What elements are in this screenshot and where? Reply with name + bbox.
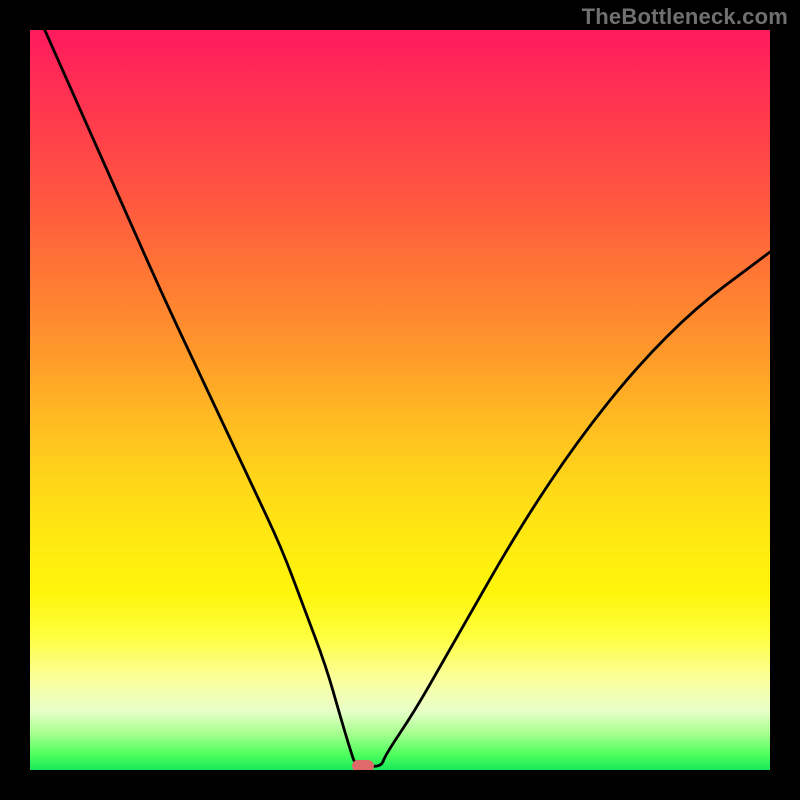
watermark-text: TheBottleneck.com [582,4,788,30]
plot-area [30,30,770,770]
curve-svg [30,30,770,770]
bottleneck-curve [45,30,770,766]
chart-frame: TheBottleneck.com [0,0,800,800]
minimum-point-marker [352,760,374,770]
